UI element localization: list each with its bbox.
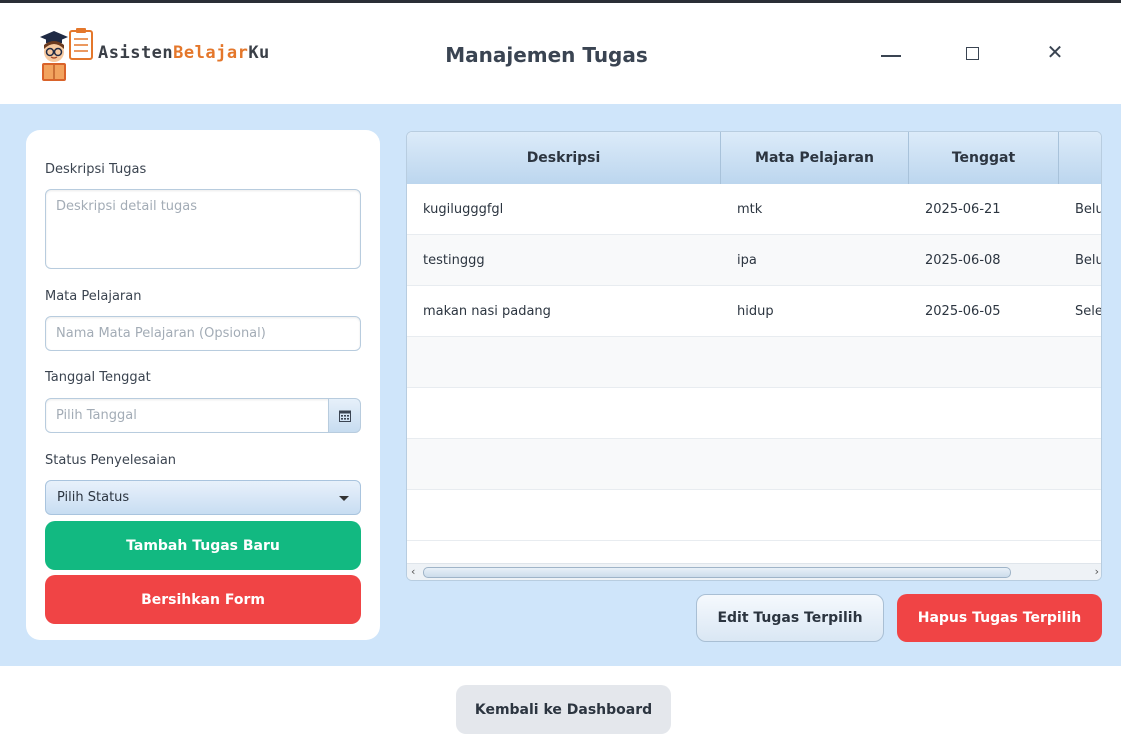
edit-task-button[interactable]: Edit Tugas Terpilih xyxy=(696,594,884,642)
main-content: Deskripsi Tugas Deskripsi detail tugas M… xyxy=(0,104,1121,666)
column-header-subject[interactable]: Mata Pelajaran xyxy=(721,132,909,184)
scrollbar-thumb[interactable] xyxy=(423,567,1011,578)
table-header: Deskripsi Mata Pelajaran Tenggat xyxy=(407,132,1101,184)
table-row[interactable]: makan nasi padang hidup 2025-06-05 Sele xyxy=(407,286,1102,337)
table-body: kugilugggfgl mtk 2025-06-21 Belu testing… xyxy=(407,184,1102,541)
description-label: Deskripsi Tugas xyxy=(45,162,147,177)
status-select-value: Pilih Status xyxy=(57,490,130,505)
minimize-icon[interactable] xyxy=(877,37,907,67)
cell-status: Sele xyxy=(1075,303,1102,319)
table-row[interactable]: kugilugggfgl mtk 2025-06-21 Belu xyxy=(407,184,1102,235)
horizontal-scrollbar[interactable]: ‹ › xyxy=(407,563,1101,580)
add-task-button[interactable]: Tambah Tugas Baru xyxy=(45,521,361,570)
empty-table-row xyxy=(407,388,1101,439)
cell-description: makan nasi padang xyxy=(423,303,551,319)
empty-table-row xyxy=(407,439,1101,490)
scroll-left-icon[interactable]: ‹ xyxy=(411,565,415,578)
maximize-icon[interactable] xyxy=(958,37,988,67)
column-header-due[interactable]: Tenggat xyxy=(909,132,1059,184)
back-to-dashboard-button[interactable]: Kembali ke Dashboard xyxy=(456,685,671,734)
empty-table-row xyxy=(407,490,1101,541)
subject-input[interactable]: Nama Mata Pelajaran (Opsional) xyxy=(45,316,361,351)
cell-description: kugilugggfgl xyxy=(423,201,504,217)
task-table: Deskripsi Mata Pelajaran Tenggat kugilug… xyxy=(406,131,1102,581)
due-date-label: Tanggal Tenggat xyxy=(45,370,151,385)
empty-table-row xyxy=(407,337,1101,388)
cell-due: 2025-06-08 xyxy=(925,252,1001,268)
cell-due: 2025-06-05 xyxy=(925,303,1001,319)
delete-task-button[interactable]: Hapus Tugas Terpilih xyxy=(897,594,1102,642)
cell-due: 2025-06-21 xyxy=(925,201,1001,217)
subject-label: Mata Pelajaran xyxy=(45,289,142,304)
scroll-right-icon[interactable]: › xyxy=(1095,565,1099,578)
due-date-input[interactable]: Pilih Tanggal xyxy=(45,398,330,433)
cell-status: Belu xyxy=(1075,201,1102,217)
chevron-down-icon xyxy=(339,496,349,501)
description-textarea[interactable]: Deskripsi detail tugas xyxy=(45,189,361,269)
calendar-icon xyxy=(338,410,351,422)
app-header: AsistenBelajarKu Manajemen Tugas ✕ xyxy=(0,3,1121,104)
page-title: Manajemen Tugas xyxy=(445,43,648,67)
cell-subject: ipa xyxy=(737,252,757,268)
close-icon[interactable]: ✕ xyxy=(1040,37,1070,67)
table-row[interactable]: testinggg ipa 2025-06-08 Belu xyxy=(407,235,1102,286)
cell-subject: mtk xyxy=(737,201,763,217)
status-label: Status Penyelesaian xyxy=(45,453,177,468)
task-form-card: Deskripsi Tugas Deskripsi detail tugas M… xyxy=(26,130,380,640)
cell-status: Belu xyxy=(1075,252,1102,268)
cell-description: testinggg xyxy=(423,252,485,268)
column-header-status[interactable] xyxy=(1059,132,1101,184)
calendar-button[interactable] xyxy=(328,398,361,433)
cell-subject: hidup xyxy=(737,303,774,319)
clear-form-button[interactable]: Bersihkan Form xyxy=(45,575,361,624)
status-select[interactable]: Pilih Status xyxy=(45,480,361,515)
column-header-description[interactable]: Deskripsi xyxy=(407,132,721,184)
